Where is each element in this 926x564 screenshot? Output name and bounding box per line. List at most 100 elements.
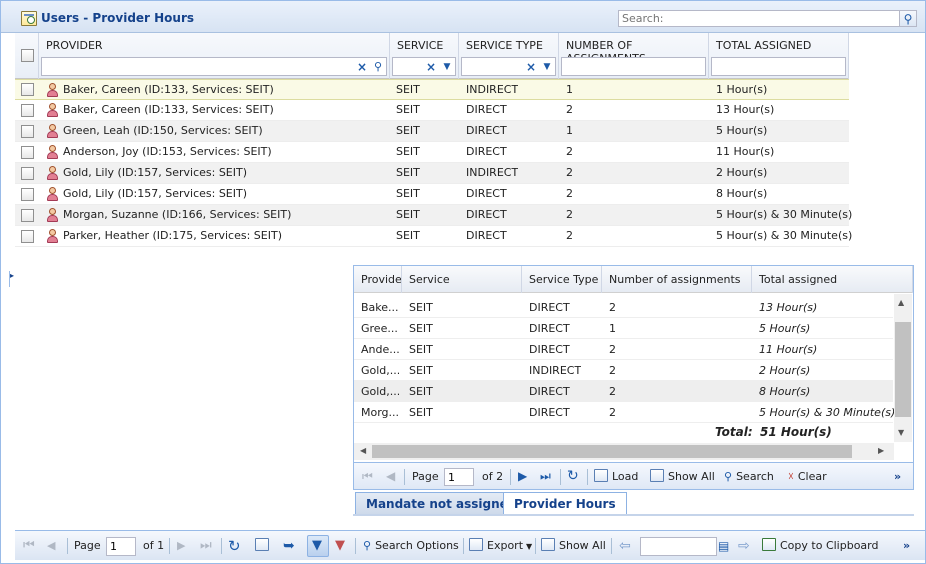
row-checkbox[interactable]	[21, 125, 34, 138]
previous-page-icon[interactable]: ◀	[386, 463, 395, 490]
clear-button[interactable]: ☓ Clear	[788, 463, 827, 490]
provider-cell: Gold, Lily (ID:157, Services: SEIT)	[63, 187, 248, 200]
export-button[interactable]: Export ▼	[469, 531, 532, 561]
provider-cell: Gold, Lily (ID:157, Services: SEIT)	[63, 166, 248, 179]
provider-cell: Gold,...	[361, 385, 399, 398]
clear-filter-icon[interactable]: ×	[523, 58, 539, 75]
detail-column-service-type[interactable]: Service Type	[522, 266, 602, 293]
select-all-checkbox[interactable]	[21, 49, 34, 62]
chevron-down-icon[interactable]: ▼	[439, 58, 455, 75]
service-cell: SEIT	[396, 166, 420, 179]
detail-column-service[interactable]: Service	[402, 266, 522, 293]
select-all-cell	[15, 33, 39, 79]
separator	[404, 469, 405, 485]
separator	[355, 538, 356, 554]
refresh-icon[interactable]: ↻	[228, 531, 241, 561]
row-checkbox[interactable]	[21, 104, 34, 117]
filter-toggle-button[interactable]: ▼	[307, 535, 329, 557]
page-number-input[interactable]	[444, 468, 474, 486]
assignments-cell: 2	[566, 208, 573, 221]
previous-page-icon[interactable]: ◀	[47, 531, 55, 561]
column-service[interactable]: SERVICE × ▼	[390, 33, 459, 79]
clear-filter-icon[interactable]: ▼	[335, 531, 345, 561]
clear-filter-icon[interactable]: ×	[354, 58, 370, 75]
scroll-right-icon[interactable]: ▶	[878, 446, 884, 455]
search-input[interactable]	[618, 10, 900, 27]
table-row[interactable]: Morg... SEIT DIRECT 2 5 Hour(s) & 30 Min…	[354, 402, 895, 423]
table-row[interactable]: Ande... SEIT DIRECT 2 11 Hour(s)	[354, 339, 893, 360]
scrollbar-thumb[interactable]	[895, 322, 911, 417]
tab-provider-hours[interactable]: Provider Hours	[503, 492, 627, 515]
table-row[interactable]: Gree... SEIT DIRECT 1 5 Hour(s)	[354, 318, 893, 339]
select-cursor-icon[interactable]: ➥	[283, 531, 295, 561]
columns-icon[interactable]	[255, 531, 269, 561]
show-all-button[interactable]: Show All	[650, 463, 715, 490]
bottom-toolbar: ⏮ ◀ Page of 1 ▶ ⏭ ↻ ➥ ▼ ▼ ⚲Search Option…	[15, 530, 925, 560]
page-count-label: of 1	[143, 539, 165, 552]
table-row[interactable]: Gold, Lily (ID:157, Services: SEIT) SEIT…	[15, 184, 849, 205]
column-service-type[interactable]: SERVICE TYPE × ▼	[459, 33, 559, 79]
horizontal-scrollbar[interactable]: ◀ ▶	[354, 443, 894, 460]
show-all-button[interactable]: Show All	[541, 531, 606, 561]
next-page-icon[interactable]: ▶	[177, 531, 185, 561]
row-checkbox[interactable]	[21, 167, 34, 180]
window-title: Users - Provider Hours	[41, 11, 195, 25]
calendar-icon[interactable]: ▤	[718, 531, 729, 561]
tab-mandate-not-assigned[interactable]: Mandate not assigned	[355, 492, 528, 515]
table-row[interactable]: Bake... SEIT DIRECT 2 13 Hour(s)	[354, 297, 893, 318]
table-row[interactable]: Baker, Careen (ID:133, Services: SEIT) S…	[15, 100, 849, 121]
total-cell: 5 Hour(s) & 30 Minute(s)	[716, 208, 853, 221]
scrollbar-thumb[interactable]	[372, 445, 852, 458]
scroll-down-icon[interactable]: ▼	[898, 428, 904, 437]
table-row[interactable]: Gold,... SEIT INDIRECT 2 2 Hour(s)	[354, 360, 893, 381]
row-checkbox[interactable]	[21, 146, 34, 159]
arrow-left-icon[interactable]: ⇦	[619, 531, 631, 561]
more-button[interactable]: »	[903, 531, 910, 561]
detail-column-total[interactable]: Total assigned	[752, 266, 913, 293]
clear-filter-icon[interactable]: ×	[423, 58, 439, 75]
next-page-icon[interactable]: ▶	[518, 463, 527, 490]
provider-filter-input[interactable]	[41, 57, 387, 76]
table-row[interactable]: Morgan, Suzanne (ID:166, Services: SEIT)…	[15, 205, 853, 226]
more-button[interactable]: »	[894, 463, 901, 490]
goto-input[interactable]	[640, 537, 717, 556]
search-options-button[interactable]: ⚲ Search Options	[363, 531, 459, 561]
total-assigned-filter-input[interactable]	[711, 57, 846, 76]
column-total-assigned[interactable]: TOTAL ASSIGNED	[709, 33, 849, 79]
scroll-up-icon[interactable]: ▲	[898, 298, 904, 307]
search-icon[interactable]: ⚲	[899, 10, 917, 27]
first-page-icon[interactable]: ⏮	[362, 463, 373, 490]
row-checkbox[interactable]	[21, 83, 34, 96]
last-page-icon[interactable]: ⏭	[540, 463, 551, 490]
column-provider[interactable]: PROVIDER × ⚲	[39, 33, 390, 79]
scroll-left-icon[interactable]: ◀	[360, 446, 366, 455]
table-row[interactable]: Gold, Lily (ID:157, Services: SEIT) SEIT…	[15, 163, 849, 184]
expand-panel-handle[interactable]: ▸	[9, 271, 15, 287]
search-icon[interactable]: ⚲	[370, 58, 386, 75]
search-button[interactable]: ⚲ Search	[724, 463, 774, 490]
table-row[interactable]: Anderson, Joy (ID:153, Services: SEIT) S…	[15, 142, 849, 163]
assignments-filter-input[interactable]	[561, 57, 706, 76]
refresh-icon[interactable]: ↻	[567, 463, 579, 490]
table-row[interactable]: Parker, Heather (ID:175, Services: SEIT)…	[15, 226, 852, 247]
last-page-icon[interactable]: ⏭	[200, 531, 212, 561]
column-number-of-assignments[interactable]: NUMBER OF ASSIGNMENTS	[559, 33, 709, 79]
row-checkbox[interactable]	[21, 230, 34, 243]
detail-column-provider[interactable]: Provider	[354, 266, 402, 293]
vertical-scrollbar[interactable]: ▲ ▼	[894, 294, 912, 442]
table-row[interactable]: Gold,... SEIT DIRECT 2 8 Hour(s)	[354, 381, 893, 402]
row-checkbox[interactable]	[21, 209, 34, 222]
load-button[interactable]: Load	[594, 463, 638, 490]
page-number-input[interactable]	[106, 537, 136, 556]
detail-column-assignments[interactable]: Number of assignments	[602, 266, 752, 293]
service-type-cell: DIRECT	[529, 343, 570, 356]
table-row[interactable]: Green, Leah (ID:150, Services: SEIT) SEI…	[15, 121, 849, 142]
first-page-icon[interactable]: ⏮	[23, 531, 35, 561]
total-value: 51 Hour(s)	[760, 425, 832, 439]
chevron-down-icon[interactable]: ▼	[539, 58, 555, 75]
arrow-right-icon[interactable]: ⇨	[738, 531, 750, 561]
service-type-cell: DIRECT	[466, 145, 507, 158]
row-checkbox[interactable]	[21, 188, 34, 201]
table-row[interactable]: Baker, Careen (ID:133, Services: SEIT) S…	[15, 79, 849, 100]
copy-to-clipboard-button[interactable]: Copy to Clipboard	[762, 531, 878, 561]
